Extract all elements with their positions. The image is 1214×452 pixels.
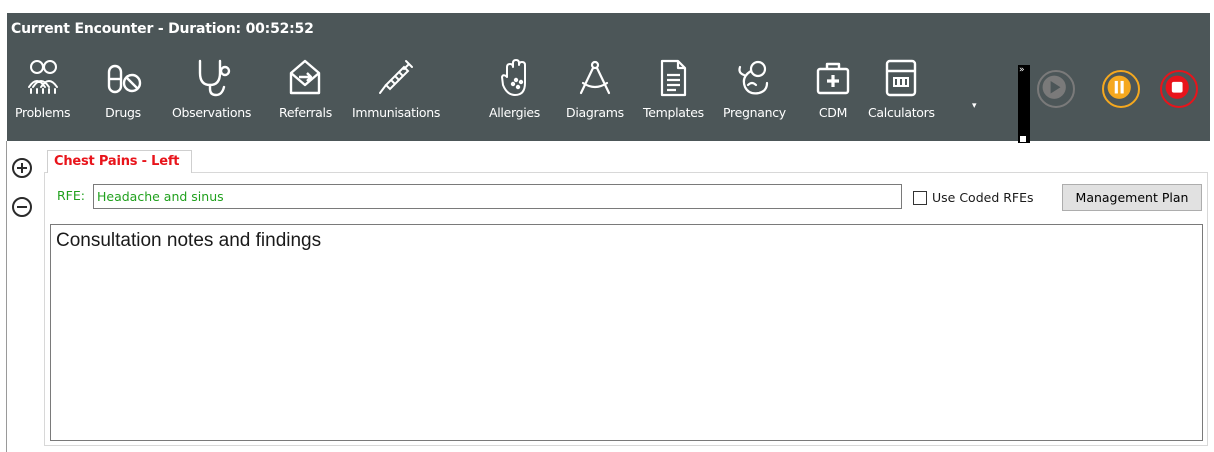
referral-envelope-icon (290, 59, 321, 95)
scroll-more-icon: » (1019, 65, 1025, 75)
hand-icon (500, 59, 526, 96)
toolbar-overflow-dropdown[interactable]: ▾ (972, 101, 977, 111)
play-button[interactable] (1037, 70, 1075, 108)
stop-icon (1165, 75, 1189, 99)
encounter-window: Current Encounter - Duration: 00:52:52 P… (0, 0, 1214, 452)
encounter-title: Current Encounter - Duration: 00:52:52 (11, 21, 314, 37)
pause-button[interactable] (1102, 70, 1140, 108)
toolbar-referrals-button[interactable]: Referrals (279, 57, 332, 129)
toolbar-drugs-button[interactable]: Drugs (103, 57, 143, 129)
use-coded-rfes-label: Use Coded RFEs (932, 190, 1034, 205)
toolbar-label-immunisations: Immunisations (352, 105, 441, 120)
toolbar-label-calculators: Calculators (868, 105, 935, 120)
toolbar-label-drugs: Drugs (105, 105, 141, 120)
toolbar-scroll-strip[interactable]: » (1018, 65, 1030, 143)
toolbar-label-observations: Observations (172, 105, 252, 120)
play-icon (1042, 75, 1066, 99)
toolbar-calculators-button[interactable]: Calculators (868, 57, 935, 129)
rfe-input[interactable] (93, 184, 902, 209)
pause-icon (1107, 75, 1131, 99)
compass-icon (579, 60, 610, 95)
stethoscope-icon (198, 59, 230, 97)
syringe-icon (379, 60, 414, 94)
toolbar-label-diagrams: Diagrams (566, 105, 624, 120)
problems-icon (27, 60, 58, 94)
toolbar-pregnancy-button[interactable]: Pregnancy (723, 57, 786, 129)
management-plan-button[interactable]: Management Plan (1062, 184, 1202, 211)
toolbar-label-problems: Problems (15, 105, 71, 120)
rfe-label: RFE: (57, 188, 85, 203)
toolbar-label-allergies: Allergies (489, 105, 541, 120)
left-divider (6, 141, 7, 452)
fetus-icon (738, 60, 769, 95)
toolbar-label-pregnancy: Pregnancy (723, 105, 786, 120)
encounter-toolbar: Current Encounter - Duration: 00:52:52 P… (7, 13, 1210, 143)
toolbar-problems-button[interactable]: Problems (15, 57, 71, 129)
toolbar-label-referrals: Referrals (279, 105, 332, 120)
document-icon (661, 59, 687, 97)
add-problem-button[interactable] (12, 158, 32, 178)
tab-label: Chest Pains - Left (54, 154, 180, 169)
toolbar-label-templates: Templates (643, 105, 704, 120)
remove-problem-button[interactable] (12, 197, 32, 217)
toolbar-immunisations-button[interactable]: Immunisations (352, 57, 440, 129)
drugs-icon (107, 64, 142, 94)
scroll-thumb[interactable] (1020, 136, 1026, 142)
toolbar-cdm-button[interactable]: CDM (813, 57, 853, 129)
toolbar-allergies-button[interactable]: Allergies (489, 57, 540, 129)
toolbar-diagrams-button[interactable]: Diagrams (566, 57, 624, 129)
medical-kit-icon (816, 62, 850, 95)
toolbar-templates-button[interactable]: Templates (643, 57, 704, 129)
tab-chest-pains-left[interactable]: Chest Pains - Left (47, 150, 192, 173)
toolbar-observations-button[interactable]: Observations (172, 57, 251, 129)
use-coded-rfes-checkbox[interactable] (913, 191, 927, 205)
stop-button[interactable] (1160, 70, 1198, 108)
toolbar-label-cdm: CDM (818, 105, 848, 120)
calculator-icon (886, 59, 917, 97)
consultation-notes-textarea[interactable]: Consultation notes and findings (50, 224, 1203, 441)
